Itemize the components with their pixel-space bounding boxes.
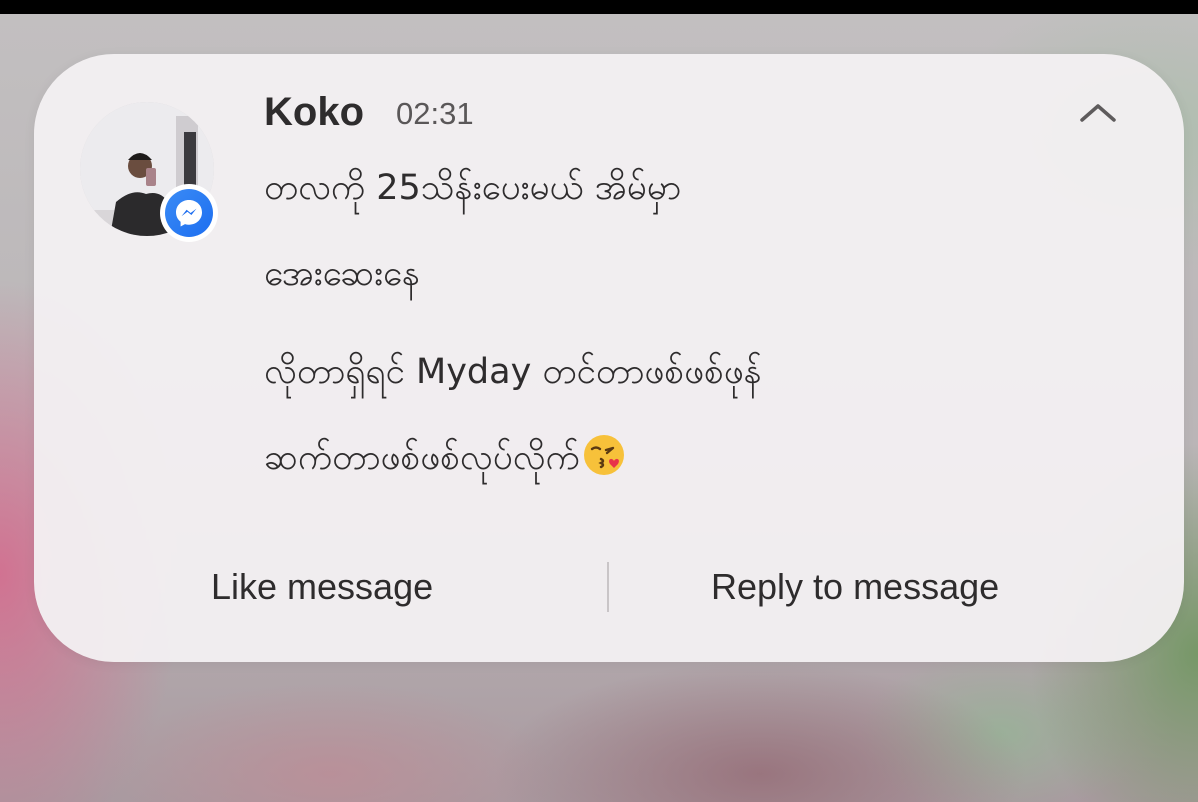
messenger-icon [165, 189, 213, 237]
collapse-button[interactable] [1076, 98, 1120, 128]
like-message-button[interactable]: Like message [211, 562, 433, 612]
messenger-badge [160, 184, 218, 242]
chevron-up-icon [1080, 104, 1116, 122]
kiss-emoji-icon [583, 435, 624, 475]
message-line-1: တလကို 25သိန်းပေးမယ် အိမ်မှာ [264, 168, 682, 208]
message-line-4-text: ဆက်တာဖစ်ဖစ်လုပ်လိုက် [264, 438, 580, 478]
status-bar [0, 0, 1198, 14]
reply-to-message-button[interactable]: Reply to message [711, 562, 999, 612]
action-divider [607, 562, 609, 612]
sender-name: Koko [264, 90, 364, 134]
message-line-4: ဆက်တာဖစ်ဖစ်လုပ်လိုက် [264, 432, 626, 484]
message-time: 02:31 [396, 96, 474, 131]
message-line-3: လိုတာရှိရင် Myday တင်တာဖစ်ဖစ်ဖုန် [264, 352, 762, 392]
message-line-2: အေးဆေးနေ [264, 254, 421, 294]
